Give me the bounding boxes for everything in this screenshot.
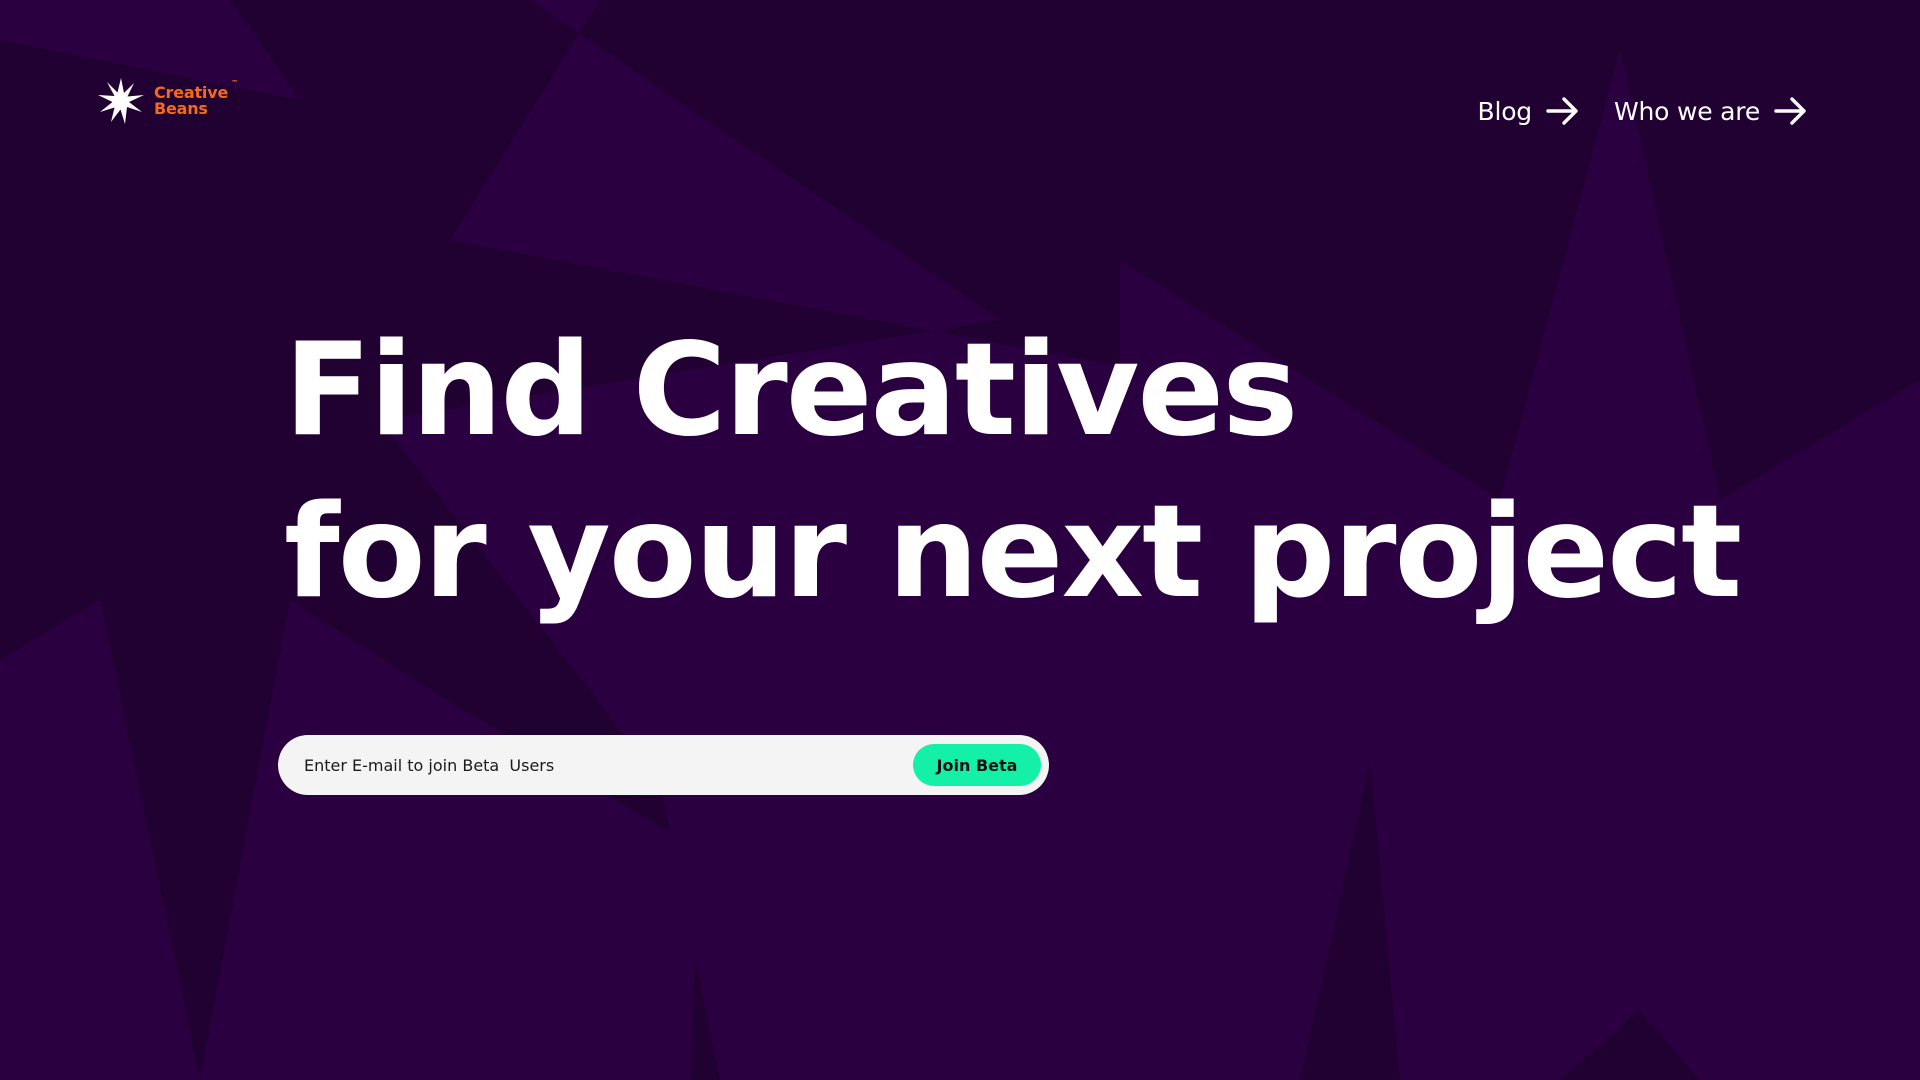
nav-link-label: Blog bbox=[1477, 96, 1533, 126]
brand-logo[interactable]: Creative Beans ™ bbox=[98, 78, 238, 124]
join-beta-button[interactable]: Join Beta bbox=[913, 744, 1041, 786]
brand-name-line2: Beans bbox=[154, 99, 208, 118]
beta-signup-form: Join Beta bbox=[278, 735, 1049, 795]
nav-link-label: Who we are bbox=[1613, 96, 1760, 126]
landing-page: Creative Beans ™ Blog Who we are Find Cr… bbox=[0, 0, 1920, 1080]
nav-link-who-we-are[interactable]: Who we are bbox=[1614, 96, 1808, 126]
hero-headline-line1: Find Creatives bbox=[284, 316, 1298, 465]
nav-link-blog[interactable]: Blog bbox=[1478, 96, 1580, 126]
top-navigation: Blog Who we are bbox=[1478, 96, 1808, 126]
brand-wordmark: Creative Beans ™ bbox=[154, 79, 238, 118]
arrow-right-icon bbox=[1774, 97, 1806, 125]
trademark-symbol: ™ bbox=[231, 79, 239, 87]
arrow-right-icon bbox=[1546, 97, 1578, 125]
email-field[interactable] bbox=[304, 735, 913, 795]
hero-headline-line2: for your next project bbox=[284, 478, 1742, 627]
hero-headline: Find Creatives for your next project bbox=[284, 310, 1742, 634]
starburst-icon bbox=[98, 78, 144, 124]
